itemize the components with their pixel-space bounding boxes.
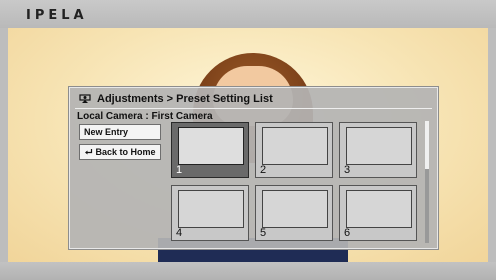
back-to-home-label: Back to Home	[95, 147, 156, 157]
preset-number: 4	[176, 227, 183, 239]
panel-title: Adjustments > Preset Setting List	[79, 93, 273, 105]
preset-tile-6[interactable]: 6	[339, 185, 417, 241]
preset-tile-5[interactable]: 5	[255, 185, 333, 241]
preset-number: 1	[176, 164, 183, 176]
back-to-home-button[interactable]: Back to Home	[79, 144, 161, 160]
preset-grid: 1 2 3 4 5 6	[171, 122, 423, 244]
preset-thumbnail	[346, 190, 412, 228]
camera-icon	[79, 93, 91, 105]
preset-tile-3[interactable]: 3	[339, 122, 417, 178]
preset-thumbnail	[346, 127, 412, 165]
preset-thumbnail	[178, 127, 244, 165]
preset-scrollbar[interactable]	[425, 121, 429, 243]
camera-label: Local Camera : First Camera	[77, 111, 213, 122]
app-window: IPELA Adjustments > Preset Setting List …	[0, 0, 496, 280]
preset-thumbnail	[178, 190, 244, 228]
title-divider	[75, 108, 432, 109]
brand-logo: IPELA	[26, 8, 88, 23]
bottom-bar	[0, 262, 496, 280]
preset-number: 6	[344, 227, 351, 239]
top-bar: IPELA	[0, 0, 496, 28]
preset-number: 2	[260, 164, 267, 176]
return-arrow-icon	[84, 147, 96, 157]
preset-tile-2[interactable]: 2	[255, 122, 333, 178]
new-entry-button[interactable]: New Entry	[79, 124, 161, 140]
preset-tile-1[interactable]: 1	[171, 122, 249, 178]
preset-number: 5	[260, 227, 267, 239]
preset-number: 3	[344, 164, 351, 176]
panel-title-text: Adjustments > Preset Setting List	[97, 93, 273, 105]
preset-thumbnail	[262, 190, 328, 228]
preset-tile-4[interactable]: 4	[171, 185, 249, 241]
preset-thumbnail	[262, 127, 328, 165]
scrollbar-thumb[interactable]	[425, 121, 429, 169]
new-entry-label: New Entry	[84, 127, 129, 137]
preset-setting-panel: Adjustments > Preset Setting List Local …	[68, 86, 439, 250]
